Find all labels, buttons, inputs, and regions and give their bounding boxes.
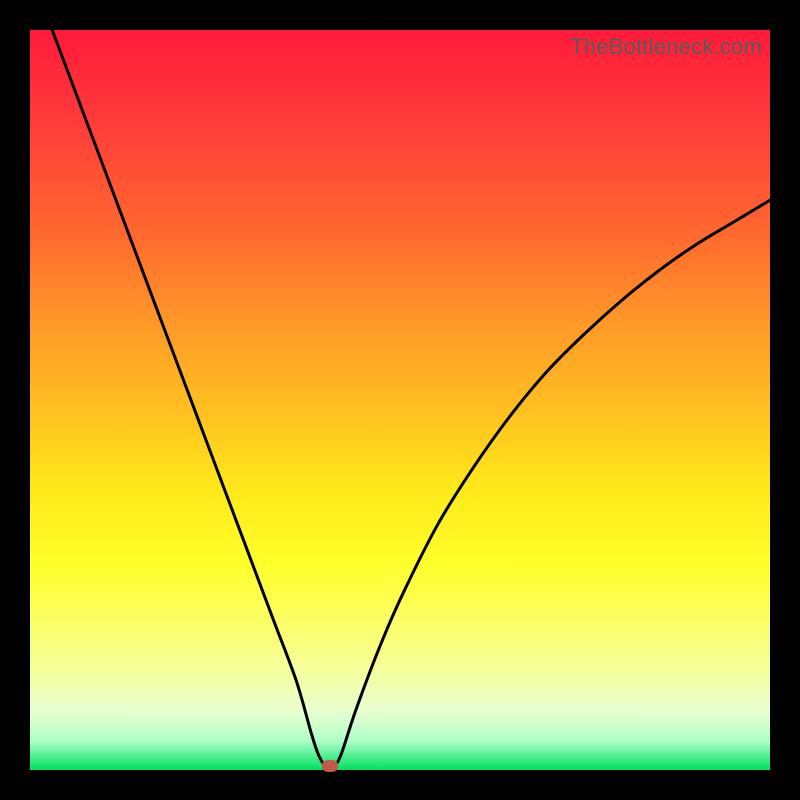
chart-frame: TheBottleneck.com: [0, 0, 800, 800]
plot-area: TheBottleneck.com: [30, 30, 770, 770]
curve-svg: [30, 30, 770, 770]
optimum-marker: [322, 760, 338, 772]
bottleneck-curve: [52, 30, 770, 768]
